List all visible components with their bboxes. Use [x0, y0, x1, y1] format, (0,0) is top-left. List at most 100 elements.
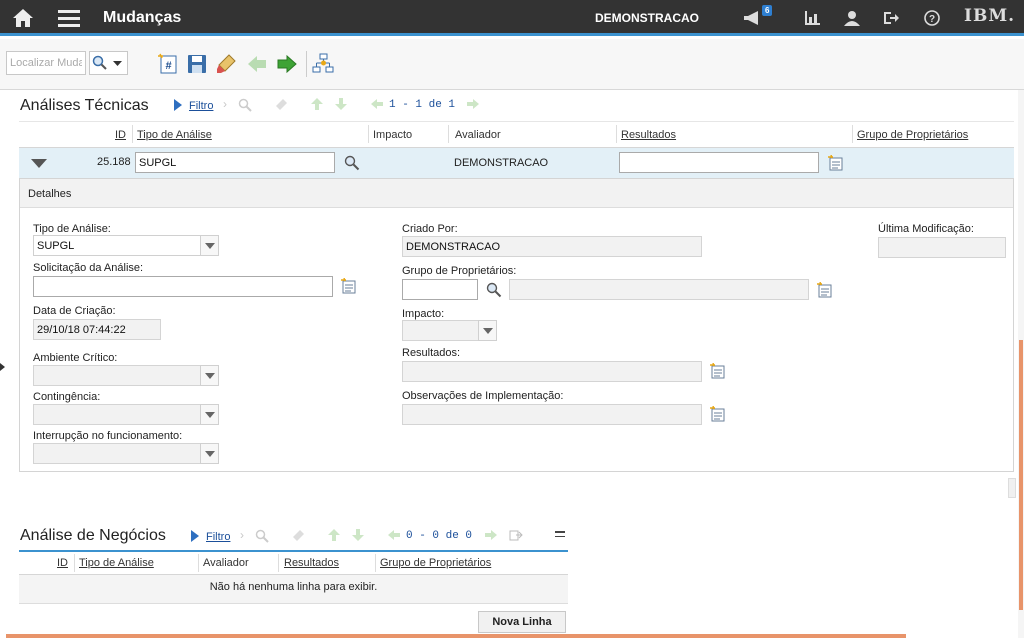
- user-icon[interactable]: [841, 0, 863, 36]
- help-icon[interactable]: ?: [921, 0, 943, 36]
- minimize-icon[interactable]: [555, 531, 565, 537]
- empty-message: Não há nenhuma linha para exibir.: [209, 581, 378, 593]
- technical-pager: 1 - 1 de 1: [389, 99, 456, 111]
- long-description-icon[interactable]: [817, 282, 833, 298]
- menu-icon[interactable]: [55, 0, 83, 36]
- col-id[interactable]: ID: [115, 129, 126, 141]
- type-select[interactable]: [33, 235, 201, 256]
- col-results[interactable]: Resultados: [621, 129, 676, 141]
- empty-row: Não há nenhuma linha para exibir.: [19, 575, 568, 604]
- col-results[interactable]: Resultados: [284, 557, 339, 569]
- col-evaluator: Avaliador: [455, 129, 501, 141]
- vertical-scrollbar-thumb[interactable]: [1019, 340, 1023, 610]
- workflow-icon[interactable]: [312, 53, 334, 75]
- interruption-select[interactable]: [33, 443, 201, 464]
- clear-icon[interactable]: [215, 53, 237, 75]
- home-icon[interactable]: [8, 0, 38, 36]
- lookup-icon[interactable]: [486, 282, 502, 298]
- search-input[interactable]: [6, 51, 86, 75]
- chevron-down-icon: [113, 61, 122, 66]
- results-label: Resultados:: [402, 347, 461, 359]
- filter-icon[interactable]: [190, 529, 200, 543]
- details-header: Detalhes: [20, 179, 1013, 208]
- row-id: 25.188: [97, 156, 131, 168]
- ibm-logo: IBM.: [964, 6, 1016, 26]
- download-icon: [509, 530, 523, 541]
- technical-filter-link[interactable]: Filtro: [189, 100, 213, 112]
- long-description-icon[interactable]: [710, 406, 726, 422]
- arrow-up-icon: [311, 98, 323, 110]
- more-icon: ›: [240, 528, 244, 542]
- save-icon[interactable]: [186, 53, 208, 75]
- arrow-up-icon: [328, 529, 340, 541]
- impl-notes-label: Observações de Implementação:: [402, 390, 564, 402]
- owner-group-label: Grupo de Proprietários:: [402, 265, 517, 277]
- col-analysis-type[interactable]: Tipo de Análise: [137, 129, 212, 141]
- toolbar-divider: [306, 51, 307, 77]
- clear-filter-icon: [293, 530, 304, 541]
- technical-grid-header: ID Tipo de Análise Impacto Avaliador Res…: [19, 121, 1014, 148]
- new-record-icon[interactable]: #: [157, 53, 179, 75]
- interruption-label: Interrupção no funcionamento:: [33, 430, 183, 442]
- filter-icon[interactable]: [173, 98, 183, 112]
- current-user: DEMONSTRACAO: [595, 11, 699, 25]
- type-label: Tipo de Análise:: [33, 223, 111, 235]
- created-date-field: [33, 319, 161, 340]
- col-owner-group[interactable]: Grupo de Proprietários: [380, 557, 491, 569]
- long-description-icon[interactable]: [710, 363, 726, 379]
- lookup-icon[interactable]: [344, 155, 360, 171]
- critical-env-select[interactable]: [33, 365, 201, 386]
- logout-icon[interactable]: [880, 0, 902, 36]
- col-evaluator: Avaliador: [203, 557, 249, 569]
- request-input[interactable]: [33, 276, 333, 297]
- arrow-down-icon: [335, 98, 347, 110]
- last-modified-label: Última Modificação:: [878, 223, 974, 235]
- col-owner-group[interactable]: Grupo de Proprietários: [857, 129, 968, 141]
- results-field[interactable]: [402, 361, 702, 382]
- notification-badge[interactable]: 6: [762, 5, 773, 16]
- top-navigation-bar: Mudanças DEMONSTRACAO 6 ? IBM.: [0, 0, 1024, 36]
- previous-icon[interactable]: [246, 53, 268, 75]
- previous-page-icon: [388, 530, 400, 540]
- new-row-button[interactable]: Nova Linha: [478, 611, 566, 633]
- request-label: Solicitação da Análise:: [33, 262, 144, 274]
- chevron-down-icon[interactable]: [478, 320, 497, 341]
- search-icon: [255, 529, 269, 543]
- next-icon[interactable]: [276, 53, 298, 75]
- impact-label: Impacto:: [402, 308, 445, 320]
- created-date-label: Data de Criação:: [33, 305, 116, 317]
- impl-notes-field[interactable]: [402, 404, 702, 425]
- contingency-select[interactable]: [33, 404, 201, 425]
- technical-analysis-title: Análises Técnicas: [20, 97, 149, 114]
- table-row[interactable]: 25.188 DEMONSTRACAO: [19, 148, 1014, 178]
- row-results-input[interactable]: [619, 152, 819, 173]
- last-modified-field: [878, 237, 1006, 258]
- chevron-down-icon[interactable]: [200, 404, 219, 425]
- megaphone-icon[interactable]: [740, 0, 764, 36]
- report-icon[interactable]: [801, 0, 823, 36]
- chevron-down-icon[interactable]: [200, 235, 219, 256]
- impact-select[interactable]: [402, 320, 479, 341]
- horizontal-scrollbar[interactable]: [6, 634, 906, 638]
- chevron-down-icon[interactable]: [200, 443, 219, 464]
- col-id[interactable]: ID: [57, 557, 68, 569]
- horizontal-scroll-handle[interactable]: [1008, 478, 1016, 498]
- business-filter-link[interactable]: Filtro: [206, 531, 230, 543]
- chevron-down-icon[interactable]: [200, 365, 219, 386]
- previous-page-icon: [371, 99, 383, 109]
- side-panel-handle[interactable]: [0, 360, 5, 374]
- app-title: Mudanças: [103, 9, 182, 26]
- business-pager: 0 - 0 de 0: [406, 530, 473, 542]
- row-analysis-type-input[interactable]: [135, 152, 335, 173]
- search-dropdown-button[interactable]: [89, 51, 128, 75]
- long-description-icon[interactable]: [341, 278, 357, 294]
- long-description-icon[interactable]: [828, 155, 844, 171]
- row-collapse-icon[interactable]: [31, 159, 47, 168]
- business-grid-header: ID Tipo de Análise Avaliador Resultados …: [19, 550, 568, 575]
- owner-group-input[interactable]: [402, 279, 478, 300]
- details-panel: Detalhes Tipo de Análise: Solicitação da…: [19, 178, 1014, 472]
- search-icon: [238, 98, 252, 112]
- row-evaluator: DEMONSTRACAO: [454, 157, 549, 169]
- toolbar: #: [0, 39, 1024, 90]
- col-analysis-type[interactable]: Tipo de Análise: [79, 557, 154, 569]
